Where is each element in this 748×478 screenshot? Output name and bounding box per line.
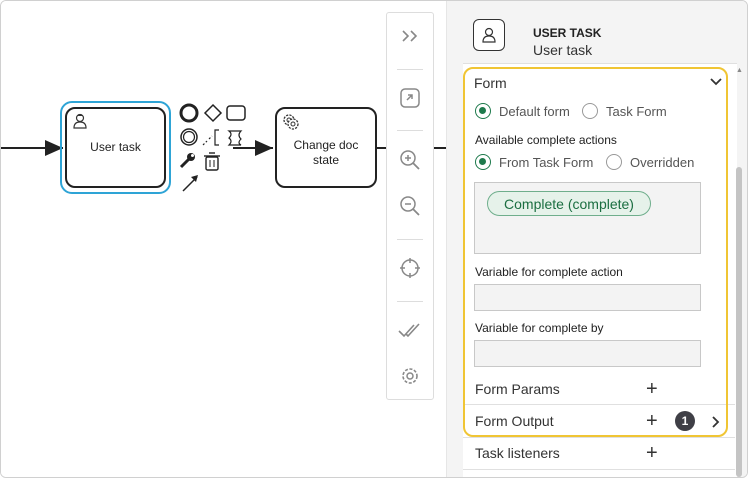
radio-task-form[interactable]: Task Form xyxy=(582,103,667,119)
script-icon[interactable] xyxy=(227,130,243,146)
add-task-listener-icon[interactable]: + xyxy=(646,443,658,463)
complete-actions-label: Available complete actions xyxy=(475,133,617,147)
sequence-flows xyxy=(1,140,446,156)
element-type: USER TASK xyxy=(533,26,602,40)
complete-action-tag[interactable]: Complete (complete) xyxy=(487,191,651,216)
append-gateway-icon[interactable] xyxy=(203,103,223,123)
diagram-canvas[interactable]: User task Change doc state xyxy=(1,1,446,477)
scrollbar-thumb[interactable] xyxy=(736,167,742,477)
divider xyxy=(463,404,735,405)
user-task-element[interactable]: User task xyxy=(65,107,166,188)
divider xyxy=(463,469,735,470)
panel-scrollbar[interactable]: ▲ xyxy=(734,63,744,477)
form-output-label[interactable]: Form Output xyxy=(475,413,554,429)
toolbar-divider xyxy=(397,239,423,240)
append-task-icon[interactable] xyxy=(226,105,246,121)
collapse-panel-icon[interactable] xyxy=(387,21,433,51)
radio-indicator[interactable] xyxy=(582,103,598,119)
element-name: User task xyxy=(533,42,593,58)
variable-action-label: Variable for complete action xyxy=(475,265,623,279)
fit-to-view-icon[interactable] xyxy=(387,83,433,113)
app-frame: User task Change doc state USER TASK Use… xyxy=(0,0,748,478)
toolbar-divider xyxy=(397,301,423,302)
radio-selected-indicator[interactable] xyxy=(475,103,491,119)
add-form-output-icon[interactable]: + xyxy=(646,411,658,431)
text-annotation-icon[interactable] xyxy=(202,129,219,146)
connect-arrow-icon[interactable] xyxy=(182,175,198,192)
delete-icon[interactable] xyxy=(204,152,220,171)
panel-header: USER TASK User task xyxy=(463,9,743,59)
variable-by-label: Variable for complete by xyxy=(475,321,604,335)
radio-default-form[interactable]: Default form xyxy=(475,103,570,119)
change-doc-state-task[interactable]: Change doc state xyxy=(275,107,377,188)
canvas-toolbar xyxy=(386,12,434,400)
settings-icon[interactable] xyxy=(387,361,433,391)
zoom-in-icon[interactable] xyxy=(387,145,433,175)
center-icon[interactable] xyxy=(387,253,433,283)
radio-from-task-form[interactable]: From Task Form xyxy=(475,154,593,170)
form-group-title[interactable]: Form xyxy=(474,75,507,91)
toolbar-divider xyxy=(397,130,423,131)
change-doc-label: Change doc state xyxy=(293,137,359,167)
scroll-up-arrow-icon[interactable]: ▲ xyxy=(736,67,743,74)
user-task-type-icon xyxy=(473,19,505,51)
chevron-right-icon[interactable] xyxy=(711,415,721,429)
add-form-param-icon[interactable]: + xyxy=(646,379,658,399)
radio-selected-indicator[interactable] xyxy=(475,154,491,170)
append-end-event-icon[interactable] xyxy=(179,103,199,123)
radio-indicator[interactable] xyxy=(606,154,622,170)
append-intermediate-event-icon[interactable] xyxy=(180,128,198,146)
service-gear-icon xyxy=(281,112,301,136)
form-output-count-badge: 1 xyxy=(675,411,695,431)
divider xyxy=(463,437,735,438)
form-params-label[interactable]: Form Params xyxy=(475,381,560,397)
variable-action-input[interactable] xyxy=(474,284,701,311)
chevron-down-icon[interactable] xyxy=(709,77,723,87)
user-task-label: User task xyxy=(90,140,141,154)
zoom-out-icon[interactable] xyxy=(387,191,433,221)
change-type-wrench-icon[interactable] xyxy=(179,153,195,169)
validate-icon[interactable] xyxy=(387,315,433,345)
context-pad xyxy=(177,103,247,195)
user-icon xyxy=(71,112,89,134)
task-listeners-label[interactable]: Task listeners xyxy=(475,445,560,461)
toolbar-divider xyxy=(397,69,423,70)
radio-overridden[interactable]: Overridden xyxy=(606,154,694,170)
variable-by-input[interactable] xyxy=(474,340,701,367)
